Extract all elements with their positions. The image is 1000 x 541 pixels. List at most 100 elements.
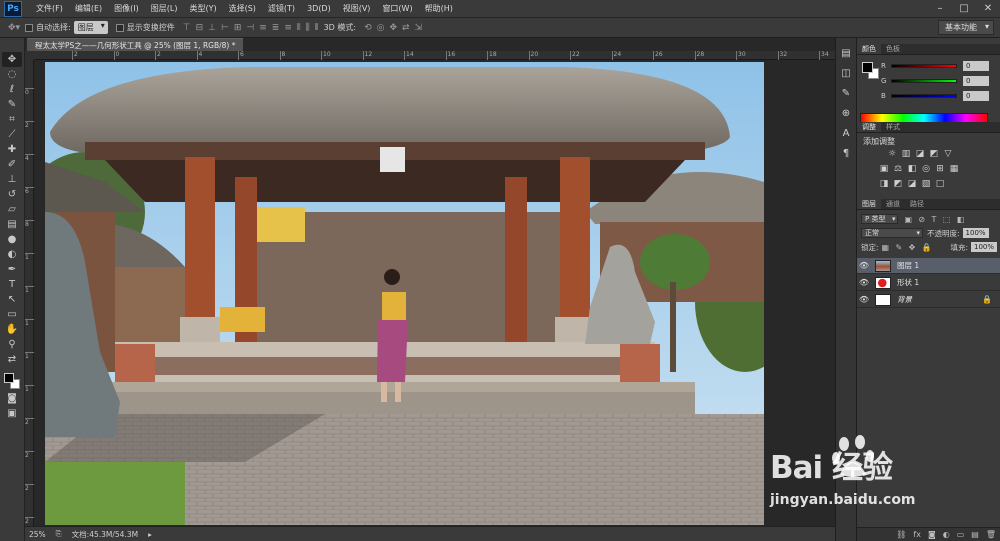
close-button[interactable]: ✕ xyxy=(976,0,1000,18)
tab-channels[interactable]: 通道 xyxy=(881,199,905,209)
filter-type-icon[interactable]: T xyxy=(932,215,937,224)
green-channel-value[interactable]: 0 xyxy=(963,76,989,86)
align-vcenter-icon[interactable]: ⊟ xyxy=(196,23,204,33)
menu-select[interactable]: 选择(S) xyxy=(223,0,262,18)
lock-pixels-icon[interactable]: ✎ xyxy=(895,243,902,252)
menu-help[interactable]: 帮助(H) xyxy=(419,0,459,18)
menu-layer[interactable]: 图层(L) xyxy=(145,0,184,18)
align-right-icon[interactable]: ⊣ xyxy=(246,23,254,33)
status-menu-arrow-icon[interactable]: ▸ xyxy=(148,530,152,539)
lock-position-icon[interactable]: ✥ xyxy=(909,243,916,252)
layer-name[interactable]: 背景 xyxy=(897,294,912,305)
align-hcenter-icon[interactable]: ⊞ xyxy=(234,23,242,33)
layer-row-shape1[interactable]: 👁 形状 1 xyxy=(857,275,1000,291)
distribute-left-icon[interactable]: ⫴ xyxy=(297,23,301,33)
tab-styles[interactable]: 样式 xyxy=(881,122,905,132)
layer-row-layer1[interactable]: 👁 图层 1 xyxy=(857,258,1000,274)
menu-edit[interactable]: 编辑(E) xyxy=(69,0,108,18)
fill-value[interactable]: 100% xyxy=(970,242,997,252)
photo-filter-icon[interactable]: ◎ xyxy=(919,164,933,174)
link-layers-icon[interactable]: ⛓ xyxy=(896,530,906,539)
brush-panel-icon[interactable]: ✎ xyxy=(838,86,854,102)
minimize-button[interactable]: – xyxy=(928,0,952,18)
history-panel-icon[interactable]: ▤ xyxy=(838,46,854,62)
swap-colors-icon[interactable]: ⇄ xyxy=(2,352,22,367)
lock-all-icon[interactable]: 🔒 xyxy=(922,243,932,252)
brush-tool-icon[interactable]: ✐ xyxy=(2,157,22,172)
auto-select-dropdown[interactable]: 图层 xyxy=(73,21,108,34)
menu-view[interactable]: 视图(V) xyxy=(337,0,377,18)
blend-mode-dropdown[interactable]: 正常 xyxy=(861,228,923,238)
color-balance-icon[interactable]: ⚖ xyxy=(891,164,905,174)
dodge-tool-icon[interactable]: ◐ xyxy=(2,247,22,262)
filter-adjustment-icon[interactable]: ⊘ xyxy=(918,215,925,224)
distribute-right-icon[interactable]: ⫴ xyxy=(315,23,319,33)
tab-adjustments[interactable]: 调整 xyxy=(857,122,881,132)
zoom-level[interactable]: 25% xyxy=(29,530,46,539)
levels-icon[interactable]: ▥ xyxy=(899,149,913,159)
distribute-bottom-icon[interactable]: ≡ xyxy=(284,23,292,33)
align-left-icon[interactable]: ⊢ xyxy=(221,23,229,33)
screen-mode-icon[interactable]: ▣ xyxy=(2,406,22,421)
quick-mask-icon[interactable]: ◙ xyxy=(2,391,22,406)
selective-color-icon[interactable]: □ xyxy=(933,179,947,189)
maximize-button[interactable]: □ xyxy=(952,0,976,18)
3d-scale-icon[interactable]: ⇲ xyxy=(415,23,423,33)
new-group-icon[interactable]: ▭ xyxy=(957,530,965,539)
color-swatches[interactable] xyxy=(2,371,22,391)
threshold-icon[interactable]: ◪ xyxy=(905,179,919,189)
hue-saturation-icon[interactable]: ▣ xyxy=(877,164,891,174)
properties-panel-icon[interactable]: ◫ xyxy=(838,66,854,82)
tab-paths[interactable]: 路径 xyxy=(905,199,929,209)
align-bottom-icon[interactable]: ⊥ xyxy=(208,23,216,33)
workspace-dropdown[interactable]: 基本功能 xyxy=(938,20,994,35)
invert-icon[interactable]: ◨ xyxy=(877,179,891,189)
gradient-map-icon[interactable]: ▧ xyxy=(919,179,933,189)
ruler-origin[interactable] xyxy=(25,51,34,60)
tab-color[interactable]: 颜色 xyxy=(857,44,881,54)
color-lookup-icon[interactable]: ▦ xyxy=(947,164,961,174)
vibrance-icon[interactable]: ▽ xyxy=(941,149,955,159)
menu-filter[interactable]: 滤镜(T) xyxy=(262,0,301,18)
auto-select-option[interactable]: 自动选择: 图层 xyxy=(25,21,108,34)
zoom-tool-icon[interactable]: ⚲ xyxy=(2,337,22,352)
layer-name[interactable]: 形状 1 xyxy=(897,277,919,288)
foreground-color-swatch[interactable] xyxy=(4,373,14,383)
auto-select-checkbox[interactable] xyxy=(25,23,34,32)
filter-pixel-icon[interactable]: ▣ xyxy=(904,215,912,224)
layer-style-icon[interactable]: fx xyxy=(913,530,921,539)
tab-layers[interactable]: 图层 xyxy=(857,199,881,209)
menu-window[interactable]: 窗口(W) xyxy=(376,0,418,18)
distribute-top-icon[interactable]: ≡ xyxy=(259,23,267,33)
3d-slide-icon[interactable]: ⇄ xyxy=(402,23,410,33)
red-channel-slider[interactable] xyxy=(891,64,957,68)
new-adjustment-layer-icon[interactable]: ◐ xyxy=(943,530,950,539)
paragraph-panel-icon[interactable]: ¶ xyxy=(838,146,854,162)
layer-kind-filter[interactable]: P 类型 xyxy=(861,214,899,224)
show-transform-checkbox[interactable] xyxy=(115,23,124,32)
vertical-ruler[interactable]: 0 2 4 6 8 1 1 1 1 1 2 2 2 2 xyxy=(25,60,34,526)
visibility-eye-icon[interactable]: 👁 xyxy=(857,261,871,270)
menu-image[interactable]: 图像(I) xyxy=(108,0,145,18)
black-white-icon[interactable]: ◧ xyxy=(905,164,919,174)
blue-channel-value[interactable]: 0 xyxy=(963,91,989,101)
hand-tool-icon[interactable]: ✋ xyxy=(2,322,22,337)
move-tool-preset-icon[interactable]: ✥▾ xyxy=(8,23,20,33)
move-tool-icon[interactable]: ✥ xyxy=(2,52,22,67)
lasso-tool-icon[interactable]: ℓ xyxy=(2,82,22,97)
green-channel-slider[interactable] xyxy=(891,79,957,83)
blue-channel-slider[interactable] xyxy=(891,94,957,98)
type-tool-icon[interactable]: T xyxy=(2,277,22,292)
show-transform-option[interactable]: 显示变换控件 xyxy=(115,22,175,33)
align-top-icon[interactable]: ⊤ xyxy=(183,23,191,33)
3d-roll-icon[interactable]: ◎ xyxy=(377,23,385,33)
layer-name[interactable]: 图层 1 xyxy=(897,260,919,271)
gradient-tool-icon[interactable]: ▤ xyxy=(2,217,22,232)
quick-select-tool-icon[interactable]: ✎ xyxy=(2,97,22,112)
3d-pan-icon[interactable]: ✥ xyxy=(389,23,397,33)
eyedropper-tool-icon[interactable]: ⟋ xyxy=(2,127,22,142)
distribute-vcenter-icon[interactable]: ≣ xyxy=(272,23,280,33)
new-layer-icon[interactable]: ▤ xyxy=(971,530,979,539)
canvas-image[interactable] xyxy=(45,62,764,525)
horizontal-ruler[interactable]: 2 0 2 4 6 8 10 12 14 16 18 20 22 24 26 28 30 32 34 xyxy=(34,51,835,60)
